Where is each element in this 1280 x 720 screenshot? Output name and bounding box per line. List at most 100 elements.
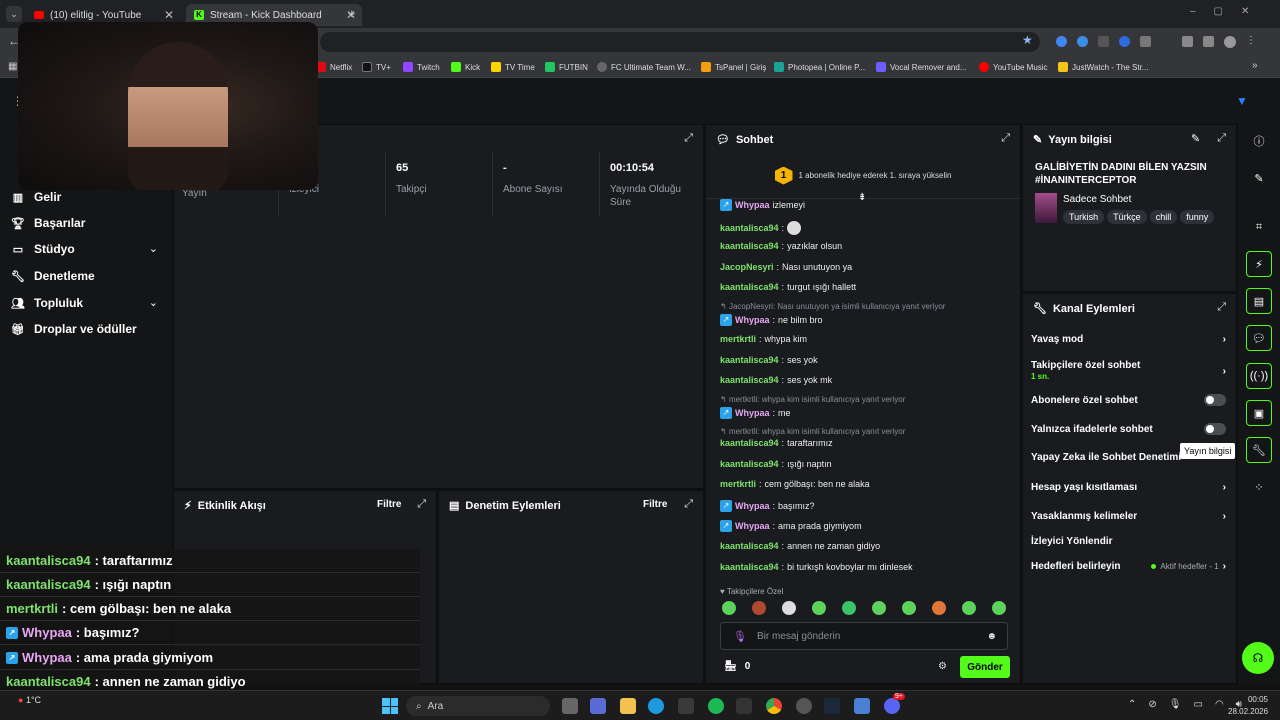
emote-icon[interactable]	[842, 601, 856, 615]
ibp-icon[interactable]	[736, 698, 752, 714]
chevron-down-icon[interactable]: ⌄	[149, 296, 158, 309]
chat-username[interactable]: kaantalisca94	[720, 223, 779, 233]
chevron-down-icon[interactable]: ⌄	[149, 242, 158, 255]
support-button[interactable]: ☊	[1242, 642, 1274, 674]
pencil-icon[interactable]: ✎	[1246, 165, 1272, 191]
expand-icon[interactable]: ⤢	[1217, 301, 1226, 314]
chat-username[interactable]: mertkrtli	[720, 479, 756, 489]
chat-username[interactable]: JacopNesyri	[720, 262, 774, 272]
emote-icon[interactable]	[812, 601, 826, 615]
chat-message[interactable]: kaantalisca94: yazıklar olsun	[720, 241, 842, 251]
emote-icon[interactable]	[962, 601, 976, 615]
action-set-goals[interactable]: Hedefleri belirleyin Aktif hedefler - 1 ›	[1031, 561, 1226, 572]
chat-message[interactable]: kaantalisca94: annen ne zaman gidiyo	[720, 541, 880, 551]
discord-icon[interactable]	[884, 698, 900, 714]
wrench-icon[interactable]: 🔧︎	[1246, 437, 1272, 463]
chat-username[interactable]: Whypaa	[735, 315, 770, 325]
bookmark-kick[interactable]: Kick	[451, 59, 480, 75]
chat-message[interactable]: mertkrtli: cem gölbaşı: ben ne alaka	[720, 479, 870, 489]
chat-message[interactable]: kaantalisca94: ses yok mk	[720, 375, 832, 385]
filter-button[interactable]: Filtre	[377, 499, 401, 510]
chat-username[interactable]: mertkrtli	[720, 334, 756, 344]
chat-username[interactable]: Whypaa	[735, 408, 770, 418]
bookmark-tvplus[interactable]: TV+	[362, 59, 391, 75]
sidebar-item-denetleme[interactable]: 🔧︎ Denetleme	[11, 269, 95, 283]
weather-icon[interactable]: ● 1°C	[18, 695, 41, 705]
action-followers-only[interactable]: Takipçilere özel sohbet 1 sn. ›	[1031, 360, 1226, 382]
tag[interactable]: funny	[1180, 210, 1215, 224]
sidebar-item-basarilar[interactable]: 🏆︎ Başarılar	[11, 216, 85, 230]
steam-alt-icon[interactable]	[796, 698, 812, 714]
expand-icon[interactable]: ⤢	[684, 498, 693, 511]
chat-message[interactable]: ↗ Whypaa: me	[720, 407, 791, 419]
bookmark-netflix[interactable]: Netflix	[316, 59, 352, 75]
chat-username[interactable]: kaantalisca94	[720, 562, 779, 572]
bookmark-fc-ultimate[interactable]: FC Ultimate Team W...	[597, 59, 691, 75]
bookmark-tvtime[interactable]: TV Time	[491, 59, 535, 75]
chat-message[interactable]: JacopNesyri: Nası unutuyon ya	[720, 262, 852, 272]
taskbar-search[interactable]: ⌕ Ara	[406, 696, 550, 716]
lightning-icon[interactable]: ⚡︎	[1246, 251, 1272, 277]
expand-icon[interactable]: ⤢	[417, 498, 426, 511]
window-controls[interactable]: –▢✕	[1190, 6, 1267, 17]
layout-icon[interactable]: ▣	[1246, 400, 1272, 426]
chat-username[interactable]: kaantalisca94	[720, 355, 779, 365]
tag[interactable]: Turkish	[1063, 210, 1105, 224]
chat-icon[interactable]: 💬︎	[1246, 325, 1272, 351]
info-icon[interactable]: ⓘ	[1246, 128, 1272, 154]
expand-icon[interactable]: ⤢	[1217, 132, 1226, 145]
bookmark-youtube-music[interactable]: YouTube Music	[979, 59, 1048, 75]
chat-message[interactable]: kaantalisca94: ses yok	[720, 355, 818, 365]
chat-username[interactable]: kaantalisca94	[720, 375, 779, 385]
sidebar-item-studyo[interactable]: ▭ Stüdyo	[12, 242, 162, 256]
capture-icon[interactable]: ⌗	[1246, 214, 1272, 240]
action-account-age[interactable]: Hesap yaşı kısıtlaması ›	[1031, 482, 1226, 493]
emote-icon[interactable]	[722, 601, 736, 615]
pin-icon[interactable]: ⇟	[858, 192, 866, 203]
new-tab-button[interactable]: +	[348, 6, 356, 21]
chat-username[interactable]: kaantalisca94	[720, 438, 779, 448]
chat-message[interactable]: mertkrtli: whypa kim	[720, 334, 807, 344]
chat-username[interactable]: Whypaa	[735, 501, 770, 511]
chat-message[interactable]: ↗ Whypaa: ama prada giymiyom	[720, 520, 862, 532]
widgets-icon[interactable]	[590, 698, 606, 714]
chat-message[interactable]: kaantalisca94: ışığı naptın	[720, 459, 832, 469]
emote-icon[interactable]	[872, 601, 886, 615]
chat-input[interactable]: 🎙︎ Bir mesaj gönderin ☻	[720, 622, 1008, 650]
expand-icon[interactable]: ⤢	[684, 132, 693, 145]
action-slow-mode[interactable]: Yavaş mod ›	[1031, 334, 1226, 345]
chat-message[interactable]: kaantalisca94: turgut ışığı hallett	[720, 282, 856, 292]
tag[interactable]: chill	[1149, 210, 1178, 224]
extension-icons[interactable]: ⋮	[1056, 36, 1257, 48]
tab-search-button[interactable]: ⌄	[6, 6, 22, 22]
emote-icon[interactable]	[752, 601, 766, 615]
chat-message[interactable]: ↗ Whypaa: başımız?	[720, 500, 815, 512]
subs-only-toggle[interactable]	[1204, 394, 1226, 406]
apps-icon[interactable]: ▦	[8, 61, 17, 72]
emote-icon[interactable]	[902, 601, 916, 615]
chat-message[interactable]: ↗ Whypaa: ne bilm bro	[720, 314, 823, 326]
steam-icon[interactable]	[824, 698, 840, 714]
chrome-icon[interactable]	[766, 698, 782, 714]
filter-icon[interactable]: ▼	[1236, 94, 1248, 108]
task-view-icon[interactable]	[562, 698, 578, 714]
edit-icon[interactable]: ✎	[1191, 132, 1200, 145]
emoji-icon[interactable]: ☻	[986, 631, 997, 642]
system-tray[interactable]: ⌃ ⊘ 🎙︎ ▭ ◠ 🔊︎	[1128, 699, 1242, 710]
points-display[interactable]: 🏪︎ 0	[724, 661, 750, 672]
chat-username[interactable]: Whypaa	[735, 521, 770, 531]
close-icon[interactable]: ✕	[164, 8, 174, 22]
action-banned-words[interactable]: Yasaklanmış kelimeler ›	[1031, 511, 1226, 522]
bookmark-justwatch[interactable]: JustWatch - The Str...	[1058, 59, 1148, 75]
filter-button[interactable]: Filtre	[643, 499, 667, 510]
chat-username[interactable]: kaantalisca94	[720, 241, 779, 251]
app-icon[interactable]	[854, 698, 870, 714]
clock[interactable]: 00:05 28.02.2026	[1228, 694, 1268, 718]
emote-icon[interactable]	[782, 601, 796, 615]
url-field[interactable]	[320, 32, 1040, 52]
sidebar-item-droplar[interactable]: 🎁︎ Droplar ve ödüller	[11, 322, 137, 336]
chat-username[interactable]: kaantalisca94	[720, 541, 779, 551]
microphone-icon[interactable]: 🎙︎	[733, 630, 747, 643]
chat-message[interactable]: kaantalisca94: bi turkışh kovboylar mı di…	[720, 562, 913, 572]
emotes-only-toggle[interactable]	[1204, 423, 1226, 435]
